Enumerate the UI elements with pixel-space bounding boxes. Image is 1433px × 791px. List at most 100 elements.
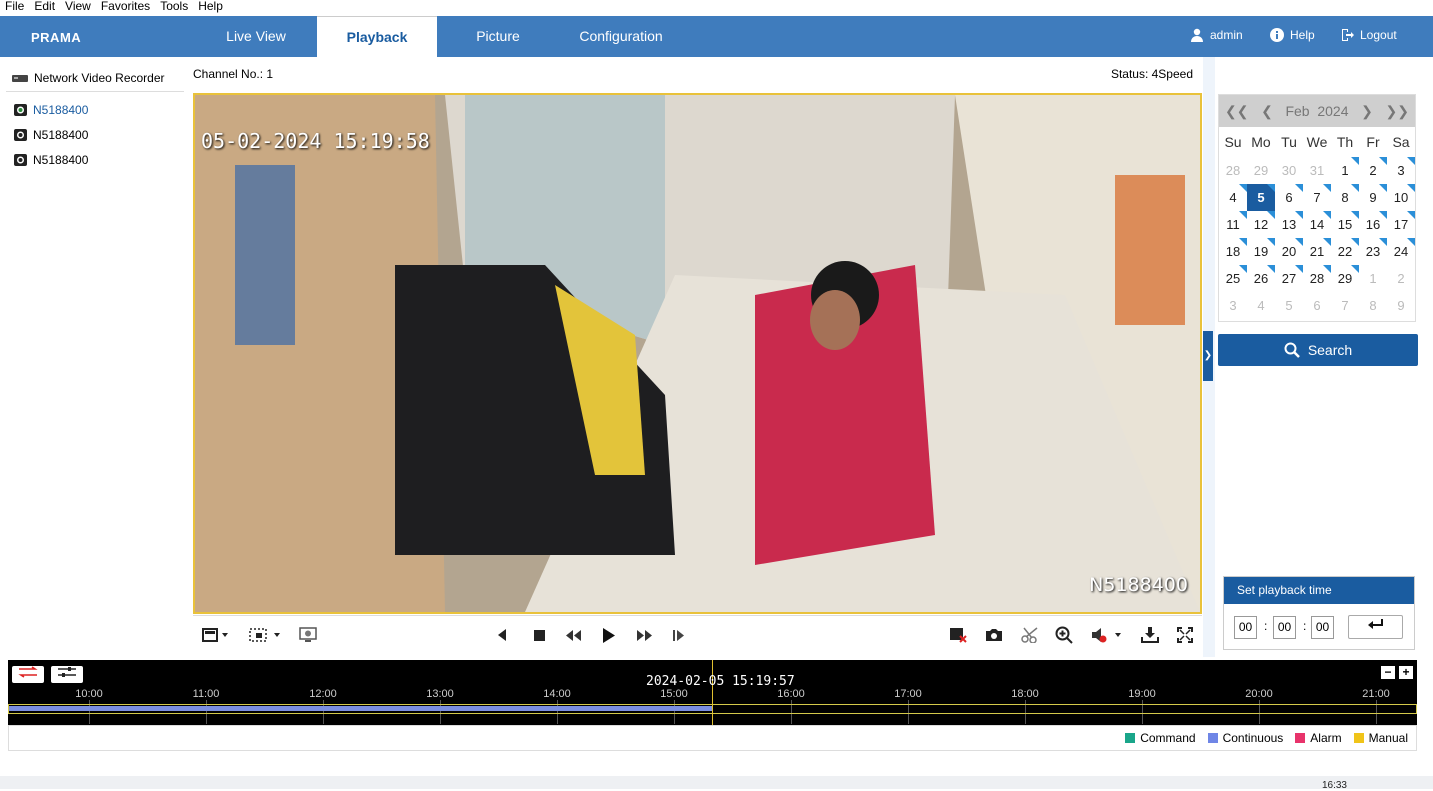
- camera-icon: [14, 129, 27, 141]
- calendar-day[interactable]: 6: [1303, 292, 1331, 319]
- calendar-day[interactable]: 30: [1275, 157, 1303, 184]
- speed-up-button[interactable]: [636, 626, 654, 644]
- timeline-settings-button[interactable]: [51, 666, 83, 683]
- tab-playback[interactable]: Playback: [317, 16, 437, 57]
- window-select-button[interactable]: [249, 626, 281, 644]
- single-frame-button[interactable]: [670, 626, 688, 644]
- slow-down-button[interactable]: [564, 626, 582, 644]
- reverse-play-button[interactable]: [493, 626, 511, 644]
- calendar-day[interactable]: 23: [1359, 238, 1387, 265]
- calendar-day[interactable]: 6: [1275, 184, 1303, 211]
- next-month-icon[interactable]: ❯: [1361, 103, 1373, 120]
- calendar-day[interactable]: 8: [1359, 292, 1387, 319]
- capture-button[interactable]: [985, 626, 1003, 644]
- user-icon: [1191, 28, 1203, 42]
- calendar-day[interactable]: 3: [1219, 292, 1247, 319]
- calendar-day[interactable]: 25: [1219, 265, 1247, 292]
- search-button[interactable]: Search: [1218, 334, 1418, 366]
- second-input[interactable]: 00: [1311, 616, 1334, 639]
- tree-root[interactable]: Network Video Recorder: [12, 71, 165, 85]
- calendar-day[interactable]: 13: [1275, 211, 1303, 238]
- zoom-in-button[interactable]: +: [1399, 666, 1413, 679]
- minute-input[interactable]: 00: [1273, 616, 1296, 639]
- tab-live-view[interactable]: Live View: [196, 16, 316, 57]
- playback-toolbar: [193, 615, 1202, 653]
- calendar-day[interactable]: 15: [1331, 211, 1359, 238]
- calendar-day[interactable]: 10: [1387, 184, 1415, 211]
- stop-button[interactable]: [530, 626, 548, 644]
- tree-item-camera[interactable]: N5188400: [14, 103, 88, 117]
- digital-zoom-button[interactable]: [1055, 626, 1073, 644]
- video-player[interactable]: 05-02-2024 15:19:58 N5188400: [193, 93, 1202, 614]
- calendar-day[interactable]: 19: [1247, 238, 1275, 265]
- timeline-cursor[interactable]: [712, 660, 713, 725]
- calendar-day[interactable]: 14: [1303, 211, 1331, 238]
- scissors-icon: [1021, 627, 1038, 643]
- download-button[interactable]: [1141, 626, 1159, 644]
- timeline-mode-button[interactable]: [12, 666, 44, 683]
- help-link[interactable]: Help: [1270, 28, 1315, 42]
- calendar-day[interactable]: 4: [1219, 184, 1247, 211]
- calendar-day[interactable]: 8: [1331, 184, 1359, 211]
- calendar-day[interactable]: 24: [1387, 238, 1415, 265]
- top-nav: PRAMA Live View Playback Picture Configu…: [0, 16, 1433, 57]
- clip-button[interactable]: [1021, 626, 1039, 644]
- calendar-day[interactable]: 31: [1303, 157, 1331, 184]
- calendar-day[interactable]: 22: [1331, 238, 1359, 265]
- legend-item-continuous: Continuous: [1207, 731, 1283, 745]
- menu-tools[interactable]: Tools: [155, 0, 193, 16]
- timeline-hour-label: 13:00: [426, 688, 454, 700]
- calendar-day[interactable]: 2: [1387, 265, 1415, 292]
- audio-button[interactable]: [1091, 626, 1123, 644]
- calendar-day[interactable]: 27: [1275, 265, 1303, 292]
- calendar-day[interactable]: 7: [1303, 184, 1331, 211]
- enter-button[interactable]: [1348, 615, 1403, 639]
- calendar-day[interactable]: 29: [1331, 265, 1359, 292]
- timeline[interactable]: 10:00 11:00 12:00 13:00 14:00 15:00 16:00 17:00…: [8, 660, 1417, 725]
- calendar-day[interactable]: 29: [1247, 157, 1275, 184]
- calendar-day[interactable]: 12: [1247, 211, 1275, 238]
- calendar-day[interactable]: 28: [1219, 157, 1247, 184]
- calendar-day-selected[interactable]: 5: [1247, 184, 1275, 211]
- calendar-day[interactable]: 9: [1359, 184, 1387, 211]
- prev-month-icon[interactable]: ❮: [1261, 103, 1273, 120]
- hour-input[interactable]: 00: [1234, 616, 1257, 639]
- calendar-day[interactable]: 26: [1247, 265, 1275, 292]
- tab-picture[interactable]: Picture: [438, 16, 558, 57]
- tab-configuration[interactable]: Configuration: [559, 16, 683, 57]
- menu-view[interactable]: View: [60, 0, 96, 16]
- collapse-panel-button[interactable]: ❯: [1203, 331, 1213, 381]
- prev-year-icon[interactable]: ❮❮: [1225, 103, 1248, 120]
- menu-file[interactable]: File: [0, 0, 29, 16]
- menu-favorites[interactable]: Favorites: [96, 0, 155, 16]
- calendar-day[interactable]: 7: [1331, 292, 1359, 319]
- logout-link[interactable]: Logout: [1340, 28, 1397, 42]
- calendar-day[interactable]: 16: [1359, 211, 1387, 238]
- calendar-day[interactable]: 4: [1247, 292, 1275, 319]
- calendar-day[interactable]: 1: [1359, 265, 1387, 292]
- stop-all-button[interactable]: [949, 626, 967, 644]
- window-split-button[interactable]: [201, 626, 231, 644]
- tree-item-camera[interactable]: N5188400: [14, 128, 88, 142]
- fullscreen-button[interactable]: [1176, 626, 1194, 644]
- calendar-day[interactable]: 21: [1303, 238, 1331, 265]
- next-year-icon[interactable]: ❯❯: [1386, 103, 1409, 120]
- calendar-day[interactable]: 5: [1275, 292, 1303, 319]
- calendar-day[interactable]: 3: [1387, 157, 1415, 184]
- play-button[interactable]: [600, 626, 618, 644]
- calendar-day[interactable]: 1: [1331, 157, 1359, 184]
- menu-help[interactable]: Help: [193, 0, 228, 16]
- zoom-out-button[interactable]: −: [1381, 666, 1395, 679]
- user-menu[interactable]: admin: [1190, 28, 1243, 42]
- menu-edit[interactable]: Edit: [29, 0, 60, 16]
- calendar-day[interactable]: 28: [1303, 265, 1331, 292]
- calendar-day[interactable]: 11: [1219, 211, 1247, 238]
- digital-ptz-button[interactable]: [299, 626, 317, 644]
- tree-item-camera[interactable]: N5188400: [14, 153, 88, 167]
- legend-swatch: [1353, 733, 1364, 743]
- calendar-day[interactable]: 9: [1387, 292, 1415, 319]
- calendar-day[interactable]: 20: [1275, 238, 1303, 265]
- calendar-day[interactable]: 18: [1219, 238, 1247, 265]
- calendar-day[interactable]: 17: [1387, 211, 1415, 238]
- calendar-day[interactable]: 2: [1359, 157, 1387, 184]
